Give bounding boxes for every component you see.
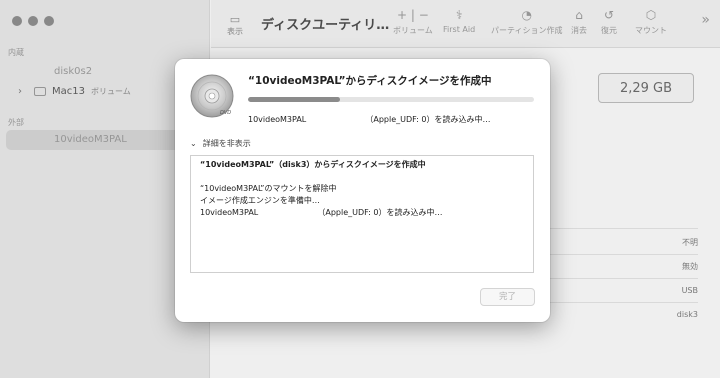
done-button[interactable]: 完了 <box>480 288 535 306</box>
svg-text:DVD: DVD <box>220 110 231 116</box>
log-line: “10videoM3PAL”（disk3）からディスクイメージを作成中 <box>200 160 426 169</box>
dvd-icon: DVD <box>190 74 234 118</box>
status-volume-name: 10videoM3PAL <box>248 115 307 124</box>
log-line: イメージ作成エンジンを準備中… <box>200 196 320 205</box>
log-volume-name: 10videoM3PAL <box>200 208 259 217</box>
progress-bar-fill <box>248 97 340 102</box>
log-line: “10videoM3PAL”のマウントを解除中 <box>200 184 337 193</box>
progress-bar <box>248 97 534 102</box>
log-line: 10videoM3PAL （Apple_UDF: 0）を読み込み中… <box>200 207 524 219</box>
details-toggle-label: 詳細を非表示 <box>202 139 251 148</box>
status-text: 10videoM3PAL （Apple_UDF: 0）を読み込み中… <box>248 114 490 125</box>
log-details[interactable]: “10videoM3PAL”（disk3）からディスクイメージを作成中 “10v… <box>190 155 534 273</box>
chevron-down-icon: ⌄ <box>190 139 197 148</box>
details-toggle[interactable]: ⌄ 詳細を非表示 <box>190 138 251 149</box>
log-message: （Apple_UDF: 0）を読み込み中… <box>317 208 443 217</box>
status-message: （Apple_UDF: 0）を読み込み中… <box>365 115 491 124</box>
create-image-dialog: DVD “10videoM3PAL”からディスクイメージを作成中 10video… <box>175 59 550 322</box>
dialog-title: “10videoM3PAL”からディスクイメージを作成中 <box>248 75 492 87</box>
disk-utility-window: 内蔵 disk0s2 › Mac13 ボリューム 外部 10videoM3PAL… <box>0 0 720 378</box>
